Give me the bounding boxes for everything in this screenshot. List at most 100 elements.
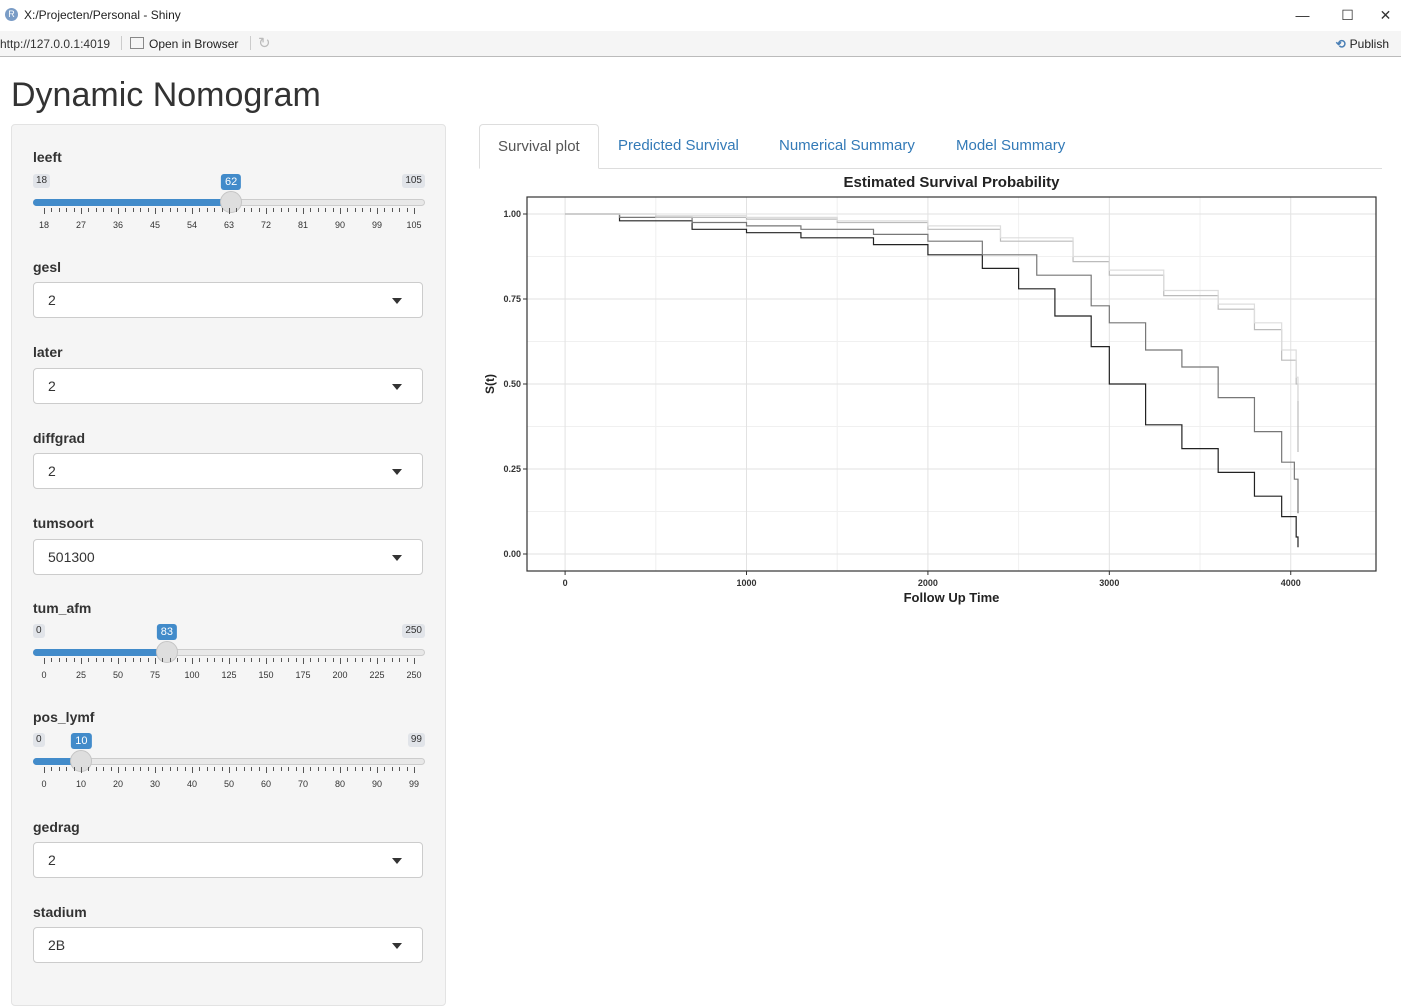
- slider-tick: [362, 208, 364, 212]
- slider-tick: [51, 767, 53, 771]
- r-app-icon: R: [5, 8, 18, 21]
- close-button[interactable]: ✕: [1370, 0, 1401, 30]
- pos-lymf-slider[interactable]: 0 99 10 0 10 20 30 40 50 60 70 80 90 99: [33, 733, 425, 801]
- slider-tick: [169, 658, 171, 662]
- slider-tick: [391, 767, 393, 771]
- tum-afm-label: tum_afm: [33, 600, 92, 616]
- slider-tick: [280, 767, 282, 771]
- slider-tick-label: 50: [223, 779, 235, 789]
- leeft-slider[interactable]: 18 105 62 18 27 36 45 54 63 72 81 90 99 105: [33, 174, 425, 242]
- open-in-browser-button[interactable]: Open in Browser: [130, 37, 238, 51]
- slider-tick: [384, 208, 386, 212]
- slider-tick-label: 150: [258, 670, 274, 680]
- slider-tick-label: 27: [75, 220, 87, 230]
- slider-tick-label: 30: [149, 779, 161, 789]
- slider-tick: [266, 767, 267, 773]
- slider-tick: [340, 658, 341, 664]
- slider-tick: [258, 658, 260, 662]
- caret-down-icon: [392, 298, 402, 304]
- slider-tick-label: 50: [112, 670, 124, 680]
- slider-tick: [362, 767, 364, 771]
- slider-tick: [81, 658, 82, 664]
- gesl-select[interactable]: 2: [33, 282, 423, 318]
- slider-tick: [184, 767, 186, 771]
- slider-tick-label: 70: [297, 779, 309, 789]
- slider-tick: [162, 658, 164, 662]
- slider-tick: [295, 658, 297, 662]
- diffgrad-value: 2: [48, 463, 56, 479]
- slider-tick: [266, 208, 267, 214]
- slider-handle[interactable]: [155, 641, 178, 663]
- slider-tick: [354, 767, 356, 771]
- slider-tick-label: 90: [371, 779, 383, 789]
- tum-afm-slider[interactable]: 0 250 83 0 25 50 75 100 125 150 175 200 225 250: [33, 624, 425, 692]
- slider-fill: [33, 649, 167, 656]
- tab-numerical-summary[interactable]: Numerical Summary: [761, 124, 933, 168]
- stadium-label: stadium: [33, 904, 87, 920]
- slider-tick: [332, 658, 334, 662]
- slider-tick: [236, 208, 238, 212]
- slider-tick: [58, 767, 60, 771]
- slider-tick: [140, 208, 142, 212]
- slider-handle[interactable]: [220, 191, 243, 213]
- slider-tick: [273, 208, 275, 212]
- caret-down-icon: [392, 469, 402, 475]
- publish-button[interactable]: ⟲ Publish: [1336, 37, 1389, 51]
- slider-fill: [33, 199, 232, 206]
- slider-tick: [73, 767, 75, 771]
- leeft-label: leeft: [33, 149, 62, 165]
- slider-tick: [58, 658, 60, 662]
- slider-tick: [95, 208, 97, 212]
- tab-predicted-survival[interactable]: Predicted Survival: [600, 124, 757, 168]
- slider-tick: [103, 767, 105, 771]
- slider-tick-label: 0: [41, 779, 47, 789]
- slider-min-label: 18: [33, 174, 51, 188]
- slider-tick: [377, 658, 378, 664]
- maximize-button[interactable]: ☐: [1325, 0, 1370, 30]
- slider-tick-label: 125: [221, 670, 237, 680]
- url-display[interactable]: http://127.0.0.1:4019: [0, 37, 110, 51]
- gedrag-value: 2: [48, 852, 56, 868]
- slider-tick: [58, 208, 60, 212]
- caret-down-icon: [392, 943, 402, 949]
- slider-tick: [236, 767, 238, 771]
- gesl-value: 2: [48, 292, 56, 308]
- slider-tick: [110, 767, 112, 771]
- slider-tick: [251, 208, 253, 212]
- slider-tick: [206, 208, 208, 212]
- slider-tick: [399, 208, 401, 212]
- stadium-select[interactable]: 2B: [33, 927, 423, 963]
- slider-tick: [325, 658, 327, 662]
- slider-tick: [317, 767, 319, 771]
- slider-tick-label: 10: [75, 779, 87, 789]
- slider-tick: [88, 767, 90, 771]
- later-select[interactable]: 2: [33, 368, 423, 404]
- slider-tick: [140, 658, 142, 662]
- tab-survival-plot[interactable]: Survival plot: [479, 124, 599, 169]
- page-title: Dynamic Nomogram: [11, 76, 321, 114]
- x-tick-label: 0: [563, 578, 568, 588]
- slider-tick: [354, 208, 356, 212]
- minimize-button[interactable]: —: [1280, 0, 1325, 30]
- slider-tick: [273, 658, 275, 662]
- slider-tick: [340, 208, 341, 214]
- slider-tick: [406, 658, 408, 662]
- refresh-icon[interactable]: ↻: [258, 34, 271, 52]
- slider-tick: [280, 208, 282, 212]
- slider-value-label: 62: [221, 174, 242, 190]
- slider-tick: [184, 208, 186, 212]
- slider-tick: [258, 767, 260, 771]
- slider-tick: [325, 767, 327, 771]
- slider-tick-label: 100: [184, 670, 200, 680]
- caret-down-icon: [392, 384, 402, 390]
- diffgrad-select[interactable]: 2: [33, 453, 423, 489]
- x-tick-label: 1000: [736, 578, 756, 588]
- x-tick-label: 2000: [918, 578, 938, 588]
- tab-model-summary[interactable]: Model Summary: [938, 124, 1083, 168]
- gedrag-select[interactable]: 2: [33, 842, 423, 878]
- slider-tick: [369, 658, 371, 662]
- slider-max-label: 250: [402, 624, 425, 638]
- later-label: later: [33, 344, 63, 360]
- tumsoort-select[interactable]: 501300: [33, 539, 423, 575]
- slider-tick: [155, 658, 156, 664]
